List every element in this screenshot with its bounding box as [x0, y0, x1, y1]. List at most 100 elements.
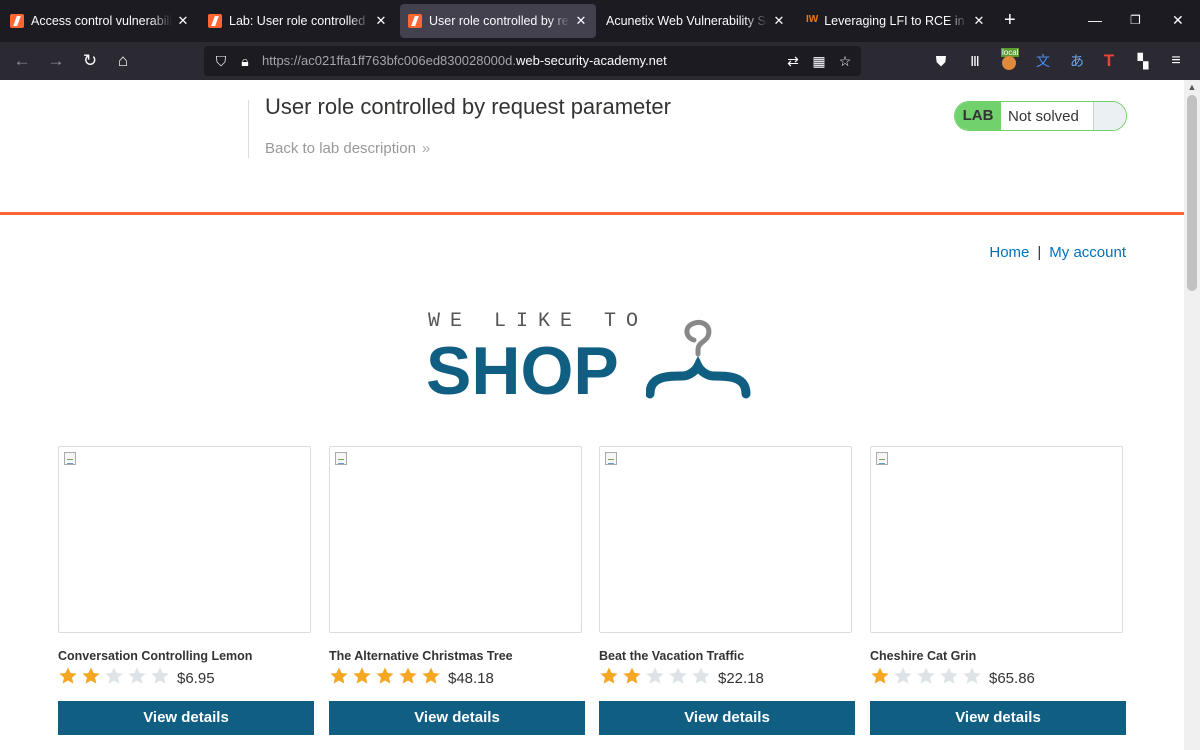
lab-status-text: Not solved	[1008, 108, 1079, 125]
back-to-lab-link[interactable]: Back to lab description»	[265, 140, 430, 157]
product-card: Cheshire Cat Grin $65.86 View details	[870, 446, 1126, 735]
library-icon[interactable]: Ⅲ	[965, 51, 985, 71]
portswigger-icon	[408, 14, 422, 28]
page-scrollbar[interactable]: ▲	[1184, 80, 1200, 750]
lab-header: User role controlled by request paramete…	[0, 80, 1184, 215]
home-icon[interactable]: ⌂	[112, 50, 134, 72]
new-tab-button[interactable]: +	[1004, 10, 1016, 30]
star-filled-icon	[353, 667, 371, 684]
star-empty-icon	[894, 667, 912, 684]
close-icon[interactable]: ✕	[176, 13, 190, 29]
broken-image-icon	[335, 452, 347, 465]
browser-tab[interactable]: Access control vulnerabilities ✕	[2, 4, 198, 38]
shop-logo[interactable]: WE LIKE TO SHOP	[426, 310, 766, 409]
star-empty-icon	[151, 667, 169, 684]
view-details-button[interactable]: View details	[599, 701, 855, 735]
window-close-button[interactable]: ✕	[1172, 12, 1184, 29]
close-icon[interactable]: ✕	[574, 13, 588, 29]
extension-local-icon[interactable]: local	[999, 48, 1020, 71]
tab-bar: Access control vulnerabilities ✕ Lab: Us…	[0, 0, 1200, 42]
browser-tab-active[interactable]: User role controlled by request paramete…	[400, 4, 596, 38]
restore-button[interactable]: ❐	[1130, 13, 1141, 27]
product-rating: $6.95	[58, 667, 314, 689]
home-link[interactable]: Home	[989, 244, 1029, 261]
shield-icon[interactable]: ⛉	[212, 52, 230, 70]
star-filled-icon	[600, 667, 618, 684]
rating-stars	[870, 666, 985, 691]
reload-icon[interactable]: ↻	[79, 50, 101, 72]
star-empty-icon	[669, 667, 687, 684]
star-empty-icon	[940, 667, 958, 684]
close-icon[interactable]: ✕	[972, 13, 986, 29]
nav-separator: |	[1037, 244, 1042, 261]
forward-arrow-icon[interactable]: →	[45, 50, 67, 72]
back-arrow-icon[interactable]: ←	[11, 50, 33, 72]
product-name: Conversation Controlling Lemon	[58, 649, 253, 663]
star-filled-icon	[82, 667, 100, 684]
product-price: $48.18	[448, 669, 494, 687]
scroll-up-arrow-icon[interactable]: ▲	[1187, 82, 1197, 92]
browser-tab[interactable]: Acunetix Web Vulnerability Scanner ✕	[598, 4, 794, 38]
star-filled-icon	[422, 667, 440, 684]
bookmark-star-icon[interactable]: ☆	[836, 52, 854, 70]
rating-stars	[329, 666, 444, 691]
language-extension-icon[interactable]: あ	[1067, 51, 1087, 71]
view-details-button[interactable]: View details	[58, 701, 314, 735]
portswigger-icon	[10, 14, 24, 28]
browser-tab[interactable]: IW Leveraging LFI to RCE in a website ✕	[798, 4, 994, 38]
iw-site-icon: IW	[806, 14, 819, 25]
product-rating: $65.86	[870, 667, 1126, 689]
header-divider	[248, 100, 249, 158]
scrollbar-thumb[interactable]	[1187, 95, 1197, 291]
tab-title: Acunetix Web Vulnerability Scanner	[606, 14, 768, 28]
broken-image-icon	[64, 452, 76, 465]
top-navigation: Home | My account	[989, 244, 1126, 261]
star-filled-icon	[330, 667, 348, 684]
product-price: $65.86	[989, 669, 1035, 687]
view-details-button[interactable]: View details	[329, 701, 585, 735]
product-image	[870, 446, 1123, 633]
lock-icon[interactable]: 🔒︎	[236, 52, 254, 70]
product-image	[329, 446, 582, 633]
minimize-button[interactable]: —	[1088, 12, 1102, 28]
url-text[interactable]: https://ac021ffa1ff763bfc006ed830028000d…	[262, 53, 667, 68]
product-card: Conversation Controlling Lemon $6.95 Vie…	[58, 446, 314, 735]
logo-tagline: WE LIKE TO	[428, 310, 649, 333]
star-empty-icon	[917, 667, 935, 684]
product-price: $22.18	[718, 669, 764, 687]
lab-title: User role controlled by request paramete…	[265, 94, 671, 119]
close-icon[interactable]: ✕	[772, 13, 786, 29]
t-extension-icon[interactable]: T	[1099, 51, 1119, 71]
rating-stars	[58, 666, 173, 691]
star-empty-icon	[692, 667, 710, 684]
product-image	[599, 446, 852, 633]
portswigger-icon	[208, 14, 222, 28]
tab-title: Lab: User role controlled by request par…	[229, 14, 370, 28]
my-account-link[interactable]: My account	[1049, 244, 1126, 261]
broken-image-icon	[605, 452, 617, 465]
double-chevron-right-icon: »	[421, 140, 431, 157]
star-filled-icon	[59, 667, 77, 684]
product-name: Beat the Vacation Traffic	[599, 649, 745, 663]
pocket-icon[interactable]: ⛊	[931, 51, 951, 71]
close-icon[interactable]: ✕	[374, 13, 388, 29]
hanger-icon	[646, 319, 751, 399]
product-card: The Alternative Christmas Tree $48.18 Vi…	[329, 446, 585, 735]
browser-tab[interactable]: Lab: User role controlled by request par…	[200, 4, 396, 38]
address-bar[interactable]: ⛉ 🔒︎ https://ac021ffa1ff763bfc006ed83002…	[204, 46, 861, 76]
qr-code-icon[interactable]: ▦	[810, 52, 828, 70]
star-filled-icon	[623, 667, 641, 684]
translate-extension-icon[interactable]: 文	[1033, 51, 1053, 71]
view-details-button[interactable]: View details	[870, 701, 1126, 735]
lab-tag: LAB	[955, 102, 1001, 130]
star-empty-icon	[963, 667, 981, 684]
product-image	[58, 446, 311, 633]
menu-icon[interactable]: ≡	[1166, 51, 1186, 71]
broken-image-icon	[876, 452, 888, 465]
translate-icon[interactable]: ⇄	[784, 52, 802, 70]
extensions-icon[interactable]: ▚	[1133, 51, 1153, 71]
tab-title: Leveraging LFI to RCE in a website	[824, 14, 968, 28]
star-filled-icon	[376, 667, 394, 684]
logo-brand: SHOP	[426, 333, 619, 409]
product-price: $6.95	[177, 669, 215, 687]
